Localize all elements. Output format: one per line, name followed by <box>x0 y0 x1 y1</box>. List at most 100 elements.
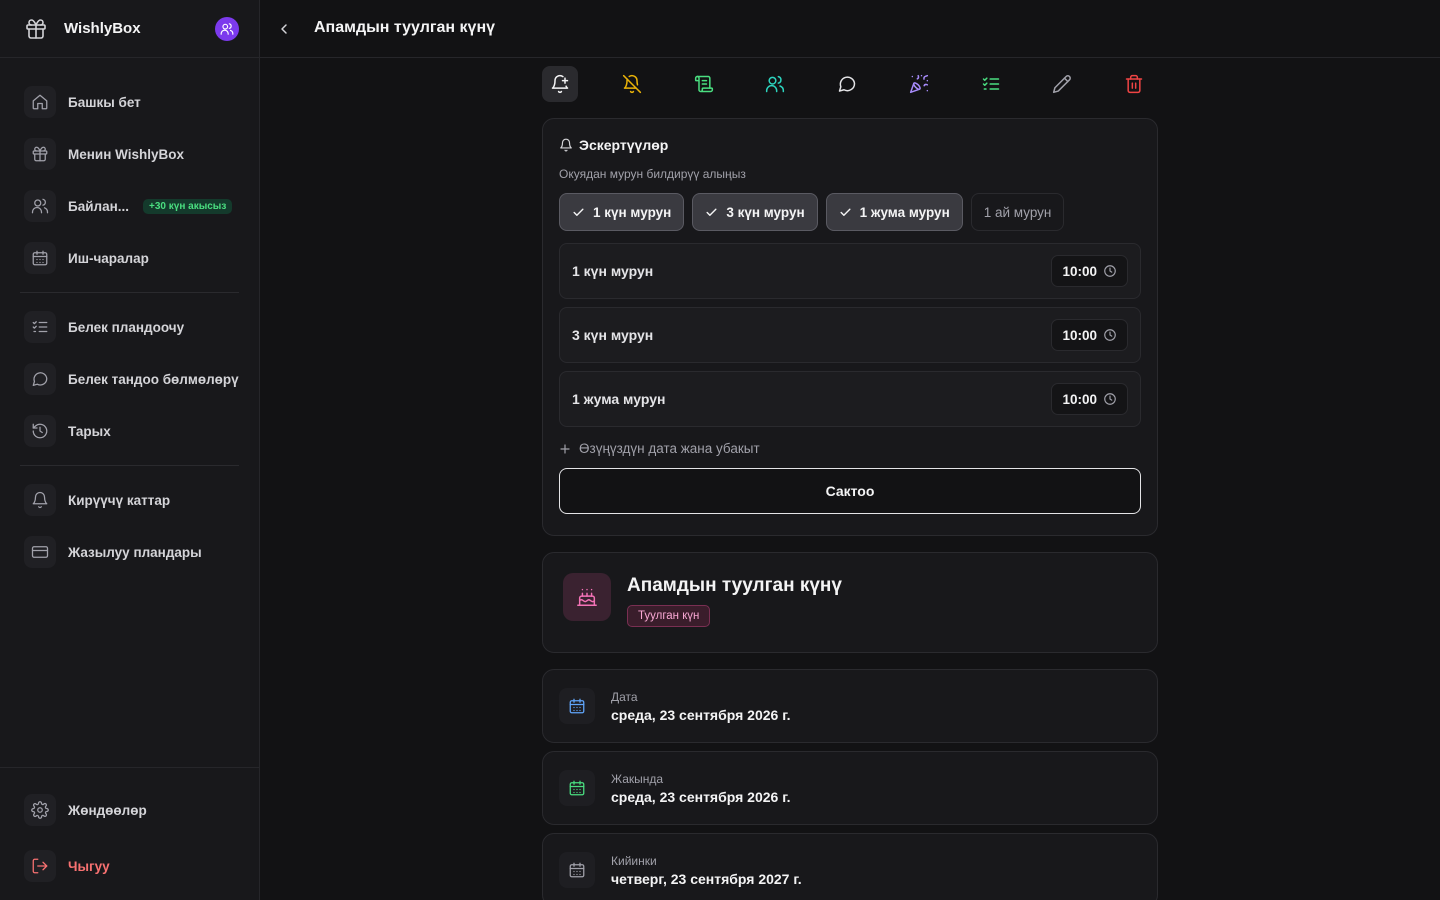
log-out-icon <box>24 850 56 882</box>
reminder-row-label: 3 күн мурун <box>572 327 654 343</box>
upcoming-text: Жакында среда, 23 сентября 2026 г. <box>611 772 791 805</box>
time-input[interactable]: 10:00 <box>1051 383 1128 415</box>
sidebar-footer: Жөндөөлөр Чыгуу <box>0 767 259 900</box>
reminder-row-label: 1 күн мурун <box>572 263 654 279</box>
pencil-icon <box>1053 75 1072 94</box>
sidebar-item-label: Иш-чаралар <box>68 250 149 266</box>
home-icon <box>24 86 56 118</box>
sidebar-item-gift-planner[interactable]: Белек пландоочу <box>0 301 259 353</box>
edit-button[interactable] <box>1044 66 1080 102</box>
trial-badge: +30 күн акысыз <box>143 198 233 214</box>
sidebar-item-label: Башкы бет <box>68 94 141 110</box>
trash-icon <box>1125 74 1143 94</box>
sidebar-item-contacts[interactable]: Байлан... +30 күн акысыз <box>0 180 259 232</box>
clock-icon <box>1104 329 1116 341</box>
event-category-badge: Туулган күн <box>627 605 711 627</box>
event-detail: Эскертүүлөр Окуядан мурун билдирүү алыңы… <box>542 58 1158 900</box>
info-label: Кийинки <box>611 853 657 868</box>
info-label: Дата <box>611 689 638 704</box>
back-button[interactable] <box>272 17 296 41</box>
next-occurrence-card: Кийинки четверг, 23 сентября 2027 г. <box>542 833 1158 900</box>
time-input[interactable]: 10:00 <box>1051 255 1128 287</box>
participants-button[interactable] <box>757 66 793 102</box>
next-occurrence-text: Кийинки четверг, 23 сентября 2027 г. <box>611 854 802 887</box>
time-input[interactable]: 10:00 <box>1051 319 1128 351</box>
sidebar-item-settings[interactable]: Жөндөөлөр <box>0 782 259 838</box>
bell-off-icon <box>622 74 641 94</box>
calendar-icon <box>24 242 56 274</box>
info-label: Жакында <box>611 771 664 786</box>
cake-icon <box>563 573 611 621</box>
clock-icon <box>1104 393 1116 405</box>
chevron-left-icon <box>281 24 287 34</box>
add-custom-reminder-button[interactable]: Өзүңүздүн дата жана убакыт <box>559 441 1141 456</box>
sidebar-item-label: Жазылуу пландары <box>68 544 202 560</box>
chip-label: 1 жума мурун <box>859 204 950 220</box>
calendar-icon <box>559 688 595 724</box>
clock-icon <box>1104 265 1116 277</box>
sidebar: WishlyBox Башкы бет Менин WishlyBox Байл… <box>0 0 260 900</box>
bell-plus-icon <box>551 74 569 94</box>
time-value: 10:00 <box>1062 391 1097 407</box>
chip-label: 1 күн мурун <box>593 204 672 220</box>
add-reminder-button[interactable] <box>542 66 578 102</box>
event-toolbar <box>542 58 1158 110</box>
gift-logo-icon <box>24 17 48 41</box>
calendar-icon <box>559 770 595 806</box>
credit-card-icon <box>24 536 56 568</box>
reminder-chip-3-days[interactable]: 3 күн мурун <box>692 193 818 231</box>
sidebar-item-my-wishlybox[interactable]: Менин WishlyBox <box>0 128 259 180</box>
date-text: Дата среда, 23 сентября 2026 г. <box>611 690 791 723</box>
sidebar-item-events[interactable]: Иш-чаралар <box>0 232 259 284</box>
sidebar-item-label: Белек пландоочу <box>68 319 185 335</box>
add-custom-label: Өзүңүздүн дата жана убакыт <box>579 441 760 456</box>
event-card: Апамдын туулган күнү Туулган күн <box>542 552 1158 653</box>
delete-button[interactable] <box>1116 66 1152 102</box>
sidebar-divider <box>20 465 239 466</box>
logout-button[interactable]: Чыгуу <box>0 838 259 894</box>
sidebar-divider <box>20 292 239 293</box>
gear-icon <box>24 794 56 826</box>
history-icon <box>24 415 56 447</box>
sidebar-nav: Башкы бет Менин WishlyBox Байлан... +30 … <box>0 58 259 578</box>
plus-icon <box>560 443 570 454</box>
sidebar-item-inbox[interactable]: Кирүүчү каттар <box>0 474 259 526</box>
reminder-row: 1 жума мурун 10:00 <box>559 371 1141 427</box>
sidebar-item-label: Тарых <box>68 423 111 439</box>
check-icon <box>706 208 717 216</box>
reminder-chip-1-week[interactable]: 1 жума мурун <box>825 193 963 231</box>
message-circle-icon <box>838 76 856 92</box>
list-checks-icon <box>24 311 56 343</box>
reminder-times: 1 күн мурун 10:00 3 күн мурун 10:00 1 жу… <box>559 243 1141 427</box>
sidebar-item-gift-rooms[interactable]: Белек тандоо бөлмөлөрү <box>0 353 259 405</box>
party-popper-icon <box>909 74 928 94</box>
script-button[interactable] <box>686 66 722 102</box>
reminder-chip-1-day[interactable]: 1 күн мурун <box>559 193 685 231</box>
sidebar-item-label: Белек тандоо бөлмөлөрү <box>68 371 239 387</box>
bell-icon <box>24 484 56 516</box>
users-icon <box>24 190 56 222</box>
info-value: четверг, 23 сентября 2027 г. <box>611 870 802 887</box>
date-card: Дата среда, 23 сентября 2026 г. <box>542 669 1158 743</box>
reminder-chip-1-month[interactable]: 1 ай мурун <box>970 193 1065 231</box>
sidebar-item-home[interactable]: Башкы бет <box>0 76 259 128</box>
chip-label: 3 күн мурун <box>726 204 805 220</box>
info-value: среда, 23 сентября 2026 г. <box>611 788 791 805</box>
reminder-row: 3 күн мурун 10:00 <box>559 307 1141 363</box>
sidebar-item-subscriptions[interactable]: Жазылуу пландары <box>0 526 259 578</box>
reminder-chips: 1 күн мурун 3 күн мурун 1 жума мурун 1 а… <box>559 193 1141 231</box>
gift-icon <box>24 138 56 170</box>
reminders-heading: Эскертүүлөр <box>559 137 1141 153</box>
check-icon <box>840 208 851 216</box>
checklist-button[interactable] <box>973 66 1009 102</box>
save-button[interactable]: Сактоо <box>559 468 1141 514</box>
chip-label: 1 ай мурун <box>983 204 1052 220</box>
reminders-card: Эскертүүлөр Окуядан мурун билдирүү алыңы… <box>542 118 1158 536</box>
sidebar-item-history[interactable]: Тарых <box>0 405 259 457</box>
user-avatar[interactable] <box>215 16 239 41</box>
celebrate-button[interactable] <box>901 66 937 102</box>
chat-button[interactable] <box>829 66 865 102</box>
reminders-subtitle: Окуядан мурун билдирүү алыңыз <box>559 167 746 181</box>
mute-button[interactable] <box>614 66 650 102</box>
event-info: Апамдын туулган күнү Туулган күн <box>627 575 842 627</box>
